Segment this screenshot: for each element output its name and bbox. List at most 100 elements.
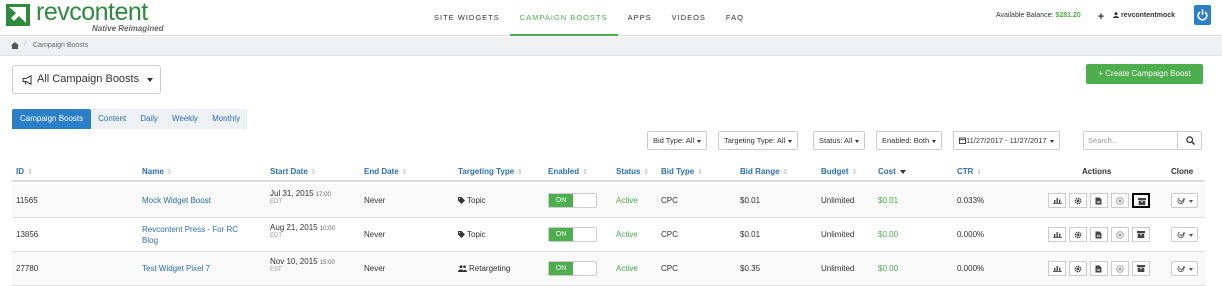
archive-button[interactable]	[1132, 193, 1150, 208]
cell-bid-type: CPC	[661, 196, 678, 205]
cell-name-link[interactable]: Mock Widget Boost	[142, 196, 211, 205]
cell-name-link[interactable]: Test Widget Pixel 7	[142, 264, 210, 273]
target-icon	[1116, 231, 1124, 239]
enabled-filter[interactable]: Enabled: Both	[876, 131, 943, 150]
col-enabled[interactable]: Enabled ⇕	[548, 167, 588, 176]
stats-button[interactable]	[1048, 227, 1066, 242]
targeting-button[interactable]	[1111, 261, 1129, 276]
cell-bid-type: CPC	[661, 230, 678, 239]
campaign-filter-dropdown[interactable]: All Campaign Boosts	[12, 65, 161, 94]
start-date: Aug 21, 2015	[270, 223, 318, 232]
content-button[interactable]	[1090, 261, 1108, 276]
start-timezone: EDT	[270, 199, 282, 205]
main-nav: SITE WIDGETS CAMPAIGN BOOSTS APPS VIDEOS…	[424, 0, 754, 36]
col-bid-type[interactable]: Bid Type ⇕	[661, 167, 703, 176]
col-bid-range[interactable]: Bid Range ⇕	[740, 167, 788, 176]
sort-icon: ⇕	[166, 169, 173, 176]
nav-site-widgets[interactable]: SITE WIDGETS	[424, 0, 510, 36]
create-campaign-boost-button[interactable]: + Create Campaign Boost	[1086, 64, 1203, 84]
settings-button[interactable]	[1069, 193, 1087, 208]
search-button[interactable]	[1177, 131, 1202, 150]
targeting-button[interactable]	[1111, 227, 1129, 242]
col-status[interactable]: Status ⇕	[616, 167, 649, 176]
caret-down-icon	[855, 139, 860, 143]
search-input[interactable]: Search...	[1083, 131, 1178, 150]
sort-icon: ⇕	[27, 169, 33, 176]
bid-type-filter-label: Bid Type: All	[653, 136, 695, 145]
users-icon	[458, 265, 467, 272]
targeting-button[interactable]	[1111, 193, 1129, 208]
clone-dropdown[interactable]	[1171, 227, 1198, 242]
col-id[interactable]: ID ⇕	[16, 167, 33, 176]
targeting-type-filter[interactable]: Targeting Type: All	[718, 131, 799, 150]
report-tabs: Campaign Boosts Content Daily Weekly Mon…	[12, 109, 248, 129]
status-filter[interactable]: Status: All	[813, 131, 866, 150]
col-budget[interactable]: Budget ⇕	[821, 167, 857, 176]
user-menu[interactable]: revcontentmock	[1113, 12, 1175, 19]
cell-start-date: Aug 21, 2015 10:00 EDT	[270, 223, 335, 239]
caret-down-icon	[697, 139, 702, 143]
cell-bid-type: CPC	[661, 264, 678, 273]
stats-button[interactable]	[1048, 261, 1066, 276]
targeting-type-label: Topic	[467, 196, 486, 205]
available-balance: Available Balance: $281.20	[996, 12, 1081, 19]
enabled-filter-label: Enabled: Both	[882, 136, 930, 145]
col-ctr[interactable]: CTR ⇕	[957, 167, 982, 176]
nav-faq[interactable]: FAQ	[716, 0, 754, 36]
home-icon[interactable]	[11, 42, 19, 49]
col-end-date[interactable]: End Date ⇕	[364, 167, 408, 176]
file-icon	[1095, 197, 1102, 205]
enabled-toggle[interactable]: ON	[548, 261, 597, 276]
start-date: Nov 10, 2015	[270, 257, 318, 266]
sort-icon: ⇕	[401, 169, 408, 176]
cell-ctr: 0.000%	[957, 230, 985, 239]
cell-budget: Unlimited	[821, 230, 855, 239]
nav-videos[interactable]: VIDEOS	[662, 0, 716, 36]
cell-name-link[interactable]: Revcontent Press - For RC Blog	[142, 224, 254, 246]
gear-icon	[1074, 197, 1082, 205]
breadcrumb-separator: /	[24, 41, 26, 48]
settings-button[interactable]	[1069, 261, 1087, 276]
cell-cost: $0.00	[878, 264, 899, 273]
col-clone: Clone	[1171, 167, 1194, 176]
date-range-picker[interactable]: 11/27/2017 - 11/27/2017	[953, 131, 1060, 150]
nav-campaign-boosts[interactable]: CAMPAIGN BOOSTS	[509, 0, 618, 36]
cell-start-date: Nov 10, 2015 15:00 EST	[270, 257, 335, 273]
enabled-toggle[interactable]: ON	[548, 227, 597, 242]
content-button[interactable]	[1090, 193, 1108, 208]
tab-weekly[interactable]: Weekly	[164, 109, 206, 129]
table-row: 27780 Test Widget Pixel 7 Nov 10, 2015 1…	[12, 252, 1205, 286]
tab-campaign-boosts[interactable]: Campaign Boosts	[12, 109, 92, 129]
targeting-type-label: Topic	[467, 230, 486, 239]
stats-button[interactable]	[1048, 193, 1066, 208]
clone-dropdown[interactable]	[1171, 261, 1198, 276]
col-name[interactable]: Name ⇕	[142, 167, 173, 176]
logo-mark-icon	[6, 4, 30, 26]
col-targeting-type[interactable]: Targeting Type ⇕	[458, 167, 523, 176]
nav-apps[interactable]: APPS	[618, 0, 662, 36]
cell-targeting-type: Topic	[458, 230, 486, 239]
cell-end-date: Never	[364, 196, 386, 205]
tab-daily[interactable]: Daily	[133, 109, 165, 129]
archive-button[interactable]	[1132, 261, 1150, 276]
gear-icon	[1074, 265, 1082, 273]
sort-icon: ⇕	[851, 169, 858, 176]
col-cost[interactable]: Cost	[878, 167, 906, 176]
toggle-on-label: ON	[549, 228, 573, 241]
settings-button[interactable]	[1069, 227, 1087, 242]
start-timezone: EDT	[270, 233, 282, 239]
clone-dropdown[interactable]	[1171, 193, 1198, 208]
content-button[interactable]	[1090, 227, 1108, 242]
cell-cost: $0.01	[878, 196, 899, 205]
archive-button[interactable]	[1132, 227, 1150, 242]
cell-status: Active	[616, 196, 638, 205]
add-funds-button[interactable]: +	[1094, 10, 1108, 24]
tab-content[interactable]: Content	[91, 109, 134, 129]
enabled-toggle[interactable]: ON	[548, 193, 597, 208]
calendar-icon	[959, 137, 966, 144]
logout-button[interactable]	[1194, 5, 1211, 25]
caret-down-icon	[1049, 139, 1054, 143]
bid-type-filter[interactable]: Bid Type: All	[647, 131, 708, 150]
col-start-date[interactable]: Start Date ⇕	[270, 167, 317, 176]
tab-monthly[interactable]: Monthly	[205, 109, 248, 129]
